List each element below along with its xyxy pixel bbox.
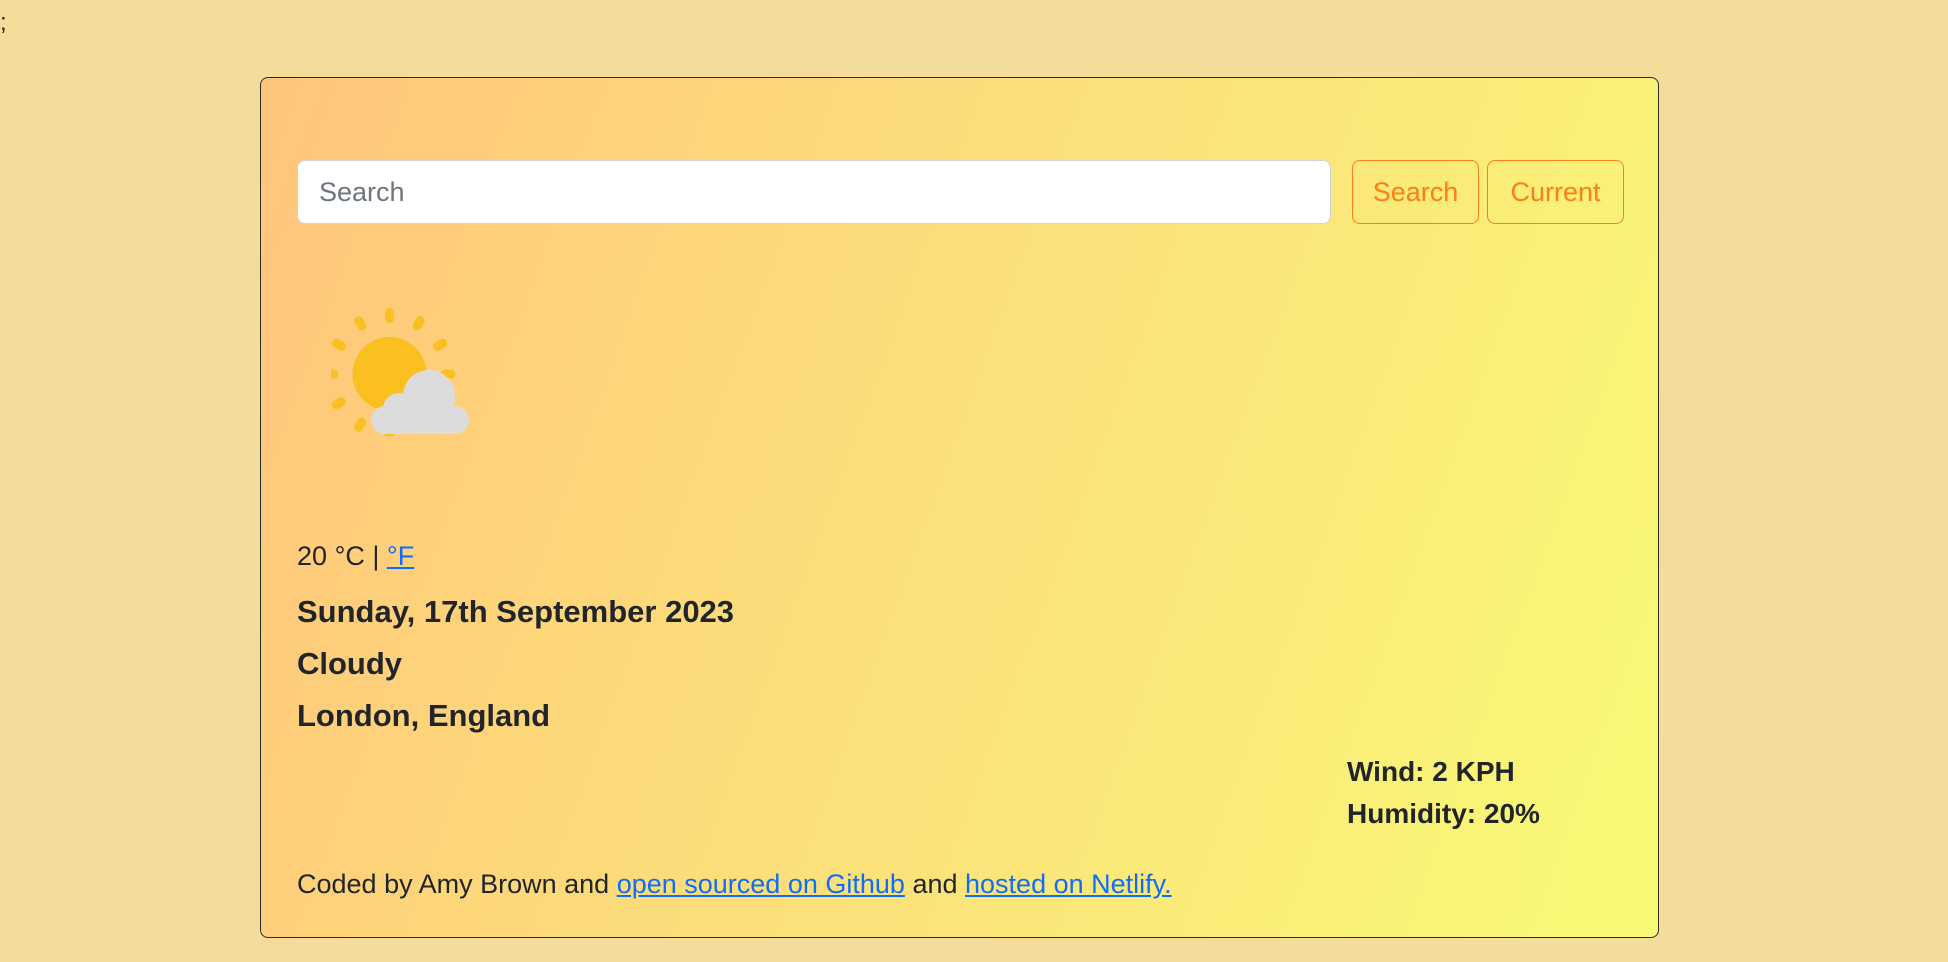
location-name: London, England [297,698,551,733]
temperature-unit-celsius: °C [334,541,365,571]
netlify-link[interactable]: hosted on Netlify. [965,869,1172,899]
fahrenheit-link[interactable]: °F [387,541,414,571]
weather-app-card: Search Current [260,77,1659,938]
footer-credits: Coded by Amy Brown and open sourced on G… [297,866,1172,902]
search-input[interactable] [297,160,1331,224]
search-button[interactable]: Search [1352,160,1479,224]
github-link[interactable]: open sourced on Github [617,869,905,899]
footer-middle-text: and [912,869,958,899]
temperature-display: 20 °C | °F [297,538,414,574]
weather-description: Cloudy [297,646,403,681]
stray-semicolon-text: ; [0,9,7,36]
wind-speed: Wind: 2 KPH [1347,756,1515,787]
current-location-button[interactable]: Current [1487,160,1624,224]
partly-cloudy-icon [323,306,481,440]
temperature-value: 20 [297,541,328,571]
humidity-value: Humidity: 20% [1347,798,1540,829]
current-date: Sunday, 17th September 2023 [297,594,735,629]
footer-prefix-text: Coded by Amy Brown and [297,869,610,899]
unit-separator: | [372,541,380,571]
search-form: Search Current [297,160,1659,226]
